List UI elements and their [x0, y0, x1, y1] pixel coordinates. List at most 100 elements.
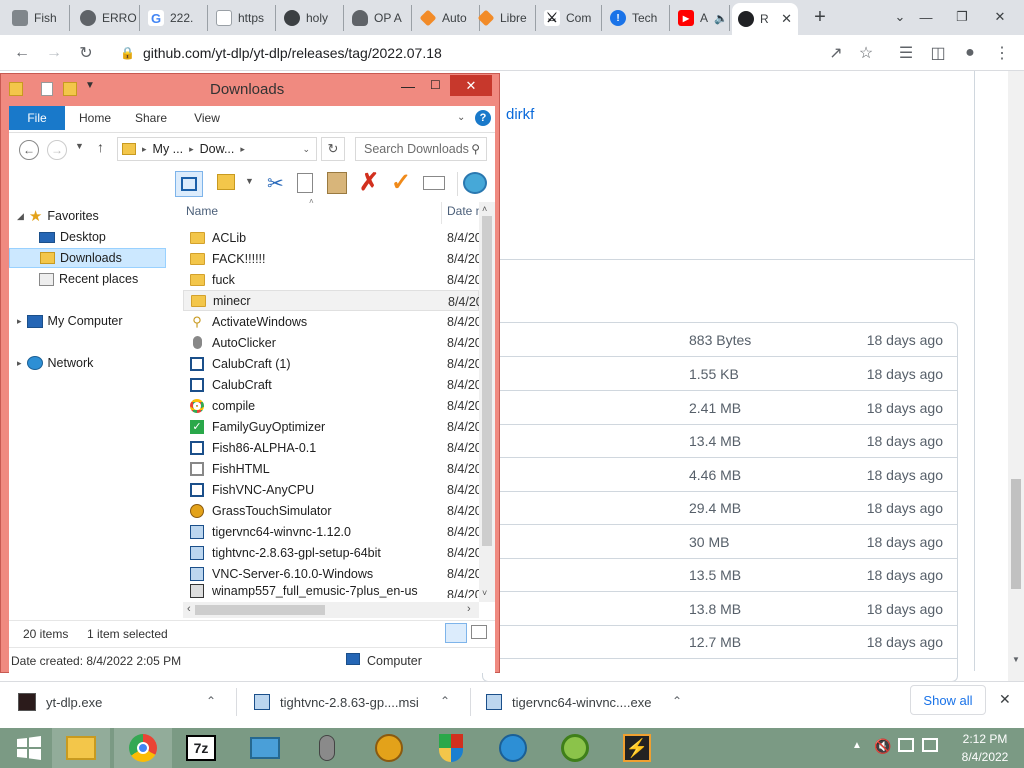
tree-desktop[interactable]: Desktop	[39, 227, 106, 247]
minimize-icon[interactable]: —	[401, 78, 415, 94]
start-button[interactable]	[0, 728, 58, 768]
recent-locations-icon[interactable]: ▼	[75, 141, 84, 151]
move-to-icon[interactable]	[217, 174, 235, 190]
asset-row[interactable]: 13.8 MB 18 days ago	[483, 592, 957, 626]
clock-time[interactable]: 2:12 PM	[955, 732, 1015, 746]
scroll-down-icon[interactable]: ˅	[482, 588, 487, 598]
download-item[interactable]: tightvnc-2.8.63-gp....msi ⌃	[254, 682, 466, 722]
browser-tab[interactable]: G 222.	[142, 5, 208, 31]
clock-date[interactable]: 8/4/2022	[955, 750, 1015, 764]
new-folder-icon[interactable]	[63, 82, 77, 96]
asset-row[interactable]: 29.4 MB 18 days ago	[483, 491, 957, 525]
delete-icon[interactable]: ✗	[359, 168, 379, 197]
file-row[interactable]: ⚲ ActivateWindows 8/4/20	[183, 311, 479, 332]
bookmark-star-icon[interactable]: ☆	[852, 39, 880, 67]
expand-ribbon-icon[interactable]: ⌄	[457, 112, 465, 123]
rename-icon[interactable]: ✓	[391, 168, 411, 197]
back-icon[interactable]: ←	[19, 140, 39, 160]
address-bar[interactable]: ▸ My ... ▸ Dow... ▸ ⌄	[117, 137, 317, 161]
help-icon[interactable]: ?	[475, 110, 491, 126]
file-row[interactable]: tightvnc-2.8.63-gpl-setup-64bit 8/4/20	[183, 542, 479, 563]
file-row[interactable]: compile 8/4/20	[183, 395, 479, 416]
paste-icon[interactable]	[327, 172, 347, 194]
tab-view[interactable]: View	[183, 106, 231, 130]
scroll-right-icon[interactable]: ›	[467, 603, 471, 615]
file-row[interactable]: FishVNC-AnyCPU 8/4/20	[183, 479, 479, 500]
taskbar-security[interactable]	[422, 728, 480, 768]
browser-tab[interactable]: holy	[278, 5, 344, 31]
quick-access-dropdown-icon[interactable]: ▼	[85, 80, 95, 91]
browser-tab[interactable]: ! Tech	[604, 5, 670, 31]
file-row[interactable]: ACLib 8/4/20	[183, 227, 479, 248]
browser-tab[interactable]: OP A	[346, 5, 412, 31]
address-bar[interactable]: 🔒 github.com/yt-dlp/yt-dlp/releases/tag/…	[110, 38, 890, 68]
taskbar-remote-desktop[interactable]	[236, 728, 294, 768]
chevron-up-icon[interactable]: ⌃	[440, 694, 450, 708]
author-link[interactable]: dirkf	[506, 106, 534, 123]
file-row[interactable]: FishHTML 8/4/20	[183, 458, 479, 479]
asset-row[interactable]: 2.41 MB 18 days ago	[483, 391, 957, 425]
forward-icon[interactable]: →	[40, 39, 68, 67]
file-row[interactable]: tigervnc64-winvnc-1.12.0 8/4/20	[183, 521, 479, 542]
close-window-icon[interactable]: ✕	[986, 4, 1014, 30]
browser-tab[interactable]: Libre	[472, 5, 536, 31]
tab-file[interactable]: File	[9, 106, 65, 130]
dropdown-icon[interactable]: ▼	[245, 176, 254, 186]
asset-row[interactable]: 883 Bytes 18 days ago	[483, 323, 957, 357]
file-list-scrollbar[interactable]: ˄ ˅	[479, 202, 495, 602]
taskbar-app[interactable]	[546, 728, 604, 768]
download-item[interactable]: tigervnc64-winvnc....exe ⌃	[486, 682, 698, 722]
tree-my-computer[interactable]: ▸ My Computer	[17, 311, 123, 331]
tab-share[interactable]: Share	[127, 106, 175, 130]
up-icon[interactable]: ↑	[97, 139, 104, 155]
taskbar-7zip[interactable]: 7z	[172, 728, 230, 768]
breadcrumb-item[interactable]: My ...	[153, 142, 184, 156]
expand-arrow-icon[interactable]: ▸	[17, 358, 22, 369]
taskbar-network[interactable]	[484, 728, 542, 768]
browser-tab[interactable]: ▶ A 🔈	[672, 5, 730, 31]
tree-favorites[interactable]: ◢ ★ Favorites	[17, 206, 99, 226]
tab-home[interactable]: Home	[71, 106, 119, 130]
asset-row[interactable]: 12.7 MB 18 days ago	[483, 625, 957, 659]
download-item[interactable]: yt-dlp.exe ⌃	[18, 682, 230, 722]
browser-tab-active[interactable]: R ✕	[732, 3, 798, 35]
preview-pane-icon[interactable]	[175, 171, 203, 197]
file-row[interactable]: fuck 8/4/20	[183, 269, 479, 290]
file-list-hscrollbar[interactable]: ‹ ›	[183, 602, 479, 618]
large-icons-view-icon[interactable]	[471, 625, 487, 639]
browser-tab[interactable]: ⚔ Com	[538, 5, 602, 31]
file-row[interactable]: AutoClicker 8/4/20	[183, 332, 479, 353]
file-row[interactable]: VNC-Server-6.10.0-Windows 8/4/20	[183, 563, 479, 584]
scroll-down-icon[interactable]: ▼	[1012, 655, 1020, 664]
tree-recent-places[interactable]: Recent places	[39, 269, 138, 289]
taskbar-autoclicker[interactable]	[298, 728, 356, 768]
file-row[interactable]: CalubCraft 8/4/20	[183, 374, 479, 395]
details-view-icon[interactable]	[445, 623, 467, 643]
share-icon[interactable]: ↗	[822, 39, 850, 67]
cut-icon[interactable]: ✂	[267, 171, 284, 196]
browser-tab[interactable]: Auto	[414, 5, 480, 31]
file-row-selected[interactable]: minecr 8/4/20	[183, 290, 480, 311]
taskbar-file-explorer[interactable]	[52, 728, 110, 768]
file-row[interactable]: CalubCraft (1) 8/4/20	[183, 353, 479, 374]
volume-muted-icon[interactable]: 🔇	[874, 738, 891, 755]
chevron-up-icon[interactable]: ⌃	[672, 694, 682, 708]
file-row[interactable]: FACK!!!!!! 8/4/20	[183, 248, 479, 269]
more-menu-icon[interactable]: ⋮	[988, 39, 1016, 67]
browser-tab[interactable]: ERRO	[74, 5, 140, 31]
taskbar-winamp[interactable]: ⚡	[608, 728, 666, 768]
browser-tab[interactable]: Fish	[6, 5, 70, 31]
scrollbar-thumb[interactable]	[1011, 479, 1021, 589]
expand-arrow-icon[interactable]: ◢	[17, 211, 24, 222]
scroll-left-icon[interactable]: ‹	[187, 603, 191, 615]
scrollbar-thumb[interactable]	[195, 605, 325, 615]
close-icon[interactable]: ✕	[450, 75, 492, 96]
tree-downloads[interactable]: Downloads	[9, 248, 166, 268]
action-center-icon[interactable]	[922, 738, 938, 752]
restore-icon[interactable]: ❐	[948, 4, 976, 30]
file-row[interactable]: ✓ FamilyGuyOptimizer 8/4/20	[183, 416, 479, 437]
file-row[interactable]: GrassTouchSimulator 8/4/20	[183, 500, 479, 521]
browser-tab[interactable]: https	[210, 5, 276, 31]
asset-row[interactable]: 13.5 MB 18 days ago	[483, 558, 957, 592]
tree-network[interactable]: ▸ Network	[17, 353, 93, 373]
